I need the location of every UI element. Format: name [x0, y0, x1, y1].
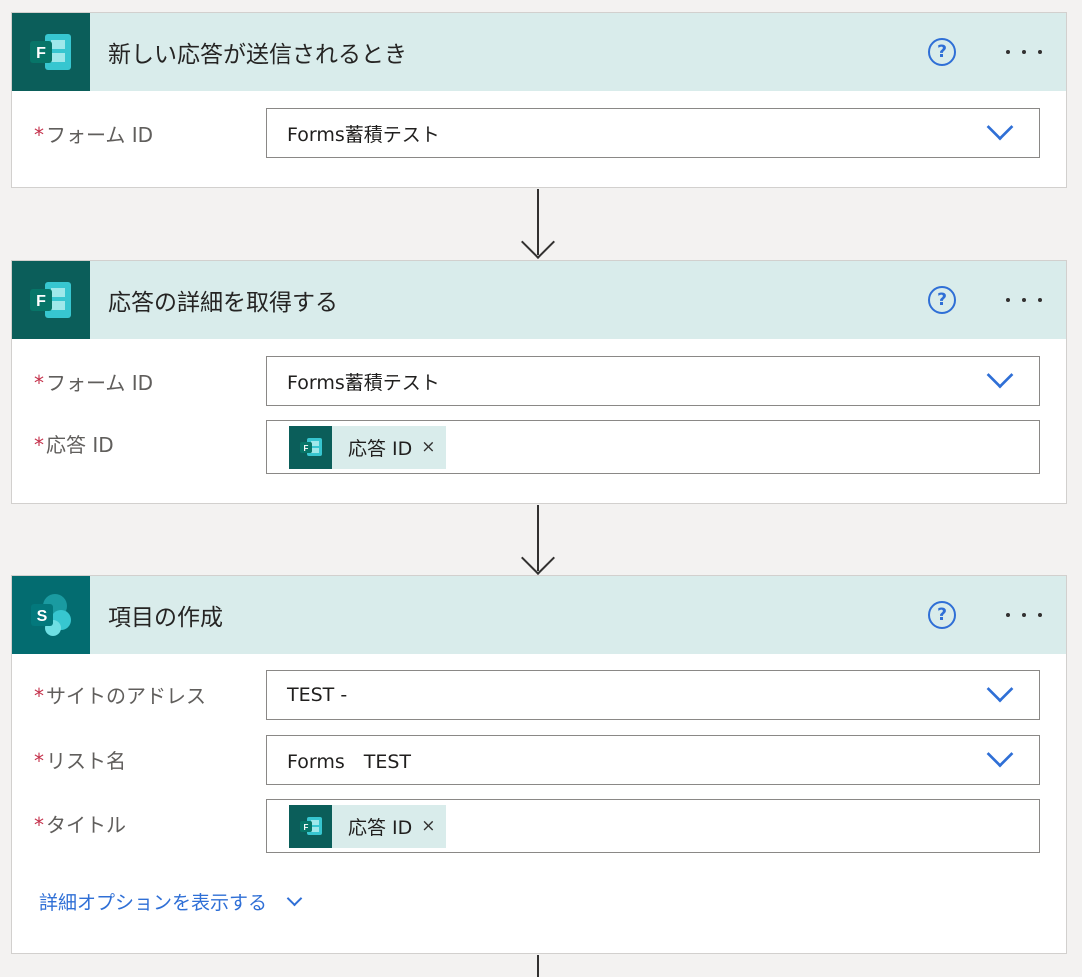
- site-address-dropdown[interactable]: TEST -: [266, 670, 1040, 720]
- svg-text:F: F: [303, 444, 308, 453]
- help-icon[interactable]: ?: [928, 286, 956, 314]
- flow-connector-line: [537, 955, 539, 977]
- step-title: 項目の作成: [108, 605, 223, 631]
- show-advanced-options-link[interactable]: 詳細オプションを表示する: [39, 888, 303, 915]
- forms-icon: F: [289, 425, 332, 469]
- step-header[interactable]: F 新しい応答が送信されるとき ?: [12, 13, 1066, 91]
- form-id-dropdown[interactable]: Forms蓄積テスト: [266, 108, 1040, 158]
- token-label: 応答 ID: [348, 437, 413, 460]
- advanced-link-label: 詳細オプションを表示する: [39, 892, 268, 914]
- field-label: * フォーム ID: [34, 123, 154, 147]
- step-header[interactable]: F 応答の詳細を取得する ?: [12, 261, 1066, 339]
- step-card-create-item: S 項目の作成 ? * サイトのアドレス TEST - * リスト名 Forms…: [11, 575, 1067, 954]
- chevron-down-icon[interactable]: [986, 675, 1014, 703]
- field-label: * サイトのアドレス: [34, 684, 206, 708]
- forms-icon: F: [12, 261, 90, 339]
- step-body: * サイトのアドレス TEST - * リスト名 Forms TEST * タイト: [12, 654, 1066, 953]
- svg-text:F: F: [36, 45, 46, 62]
- step-body: * フォーム ID Forms蓄積テスト * 応答 ID F 応答 ID ×: [12, 339, 1066, 503]
- chevron-down-icon[interactable]: [986, 113, 1014, 141]
- dropdown-value: TEST -: [287, 684, 348, 706]
- arrow-down-icon: [521, 225, 555, 259]
- forms-icon: F: [289, 804, 332, 848]
- step-title: 応答の詳細を取得する: [108, 290, 338, 316]
- field-label: * リスト名: [34, 749, 126, 773]
- dropdown-value: Forms TEST: [287, 750, 412, 773]
- dropdown-value: Forms蓄積テスト: [287, 123, 440, 146]
- sharepoint-icon: S: [12, 576, 90, 654]
- ellipsis-icon[interactable]: [1004, 286, 1044, 314]
- chevron-down-icon[interactable]: [986, 361, 1014, 389]
- dynamic-content-token[interactable]: F 応答 ID ×: [289, 425, 446, 469]
- dynamic-content-token[interactable]: F 応答 ID ×: [289, 804, 446, 848]
- step-card-trigger: F 新しい応答が送信されるとき ? * フォーム ID Forms蓄積テスト: [11, 12, 1067, 188]
- step-body: * フォーム ID Forms蓄積テスト: [12, 91, 1066, 187]
- step-header[interactable]: S 項目の作成 ?: [12, 576, 1066, 654]
- field-label: * 応答 ID: [34, 433, 114, 457]
- token-label: 応答 ID: [348, 816, 413, 839]
- arrow-down-icon: [521, 541, 555, 575]
- help-icon[interactable]: ?: [928, 601, 956, 629]
- remove-token-icon[interactable]: ×: [421, 437, 435, 457]
- svg-text:S: S: [37, 608, 48, 625]
- chevron-down-icon[interactable]: [986, 740, 1014, 768]
- title-input[interactable]: F 応答 ID ×: [266, 799, 1040, 853]
- chevron-down-icon: [286, 890, 303, 907]
- form-id-dropdown[interactable]: Forms蓄積テスト: [266, 356, 1040, 406]
- dropdown-value: Forms蓄積テスト: [287, 371, 440, 394]
- flow-designer-canvas: F 新しい応答が送信されるとき ? * フォーム ID Forms蓄積テスト F…: [0, 0, 1082, 977]
- field-label: * タイトル: [34, 813, 126, 837]
- ellipsis-icon[interactable]: [1004, 38, 1044, 66]
- help-icon[interactable]: ?: [928, 38, 956, 66]
- ellipsis-icon[interactable]: [1004, 601, 1044, 629]
- remove-token-icon[interactable]: ×: [421, 816, 435, 836]
- svg-text:F: F: [303, 823, 308, 832]
- response-id-input[interactable]: F 応答 ID ×: [266, 420, 1040, 474]
- field-label: * フォーム ID: [34, 371, 154, 395]
- step-card-get-response: F 応答の詳細を取得する ? * フォーム ID Forms蓄積テスト * 応答 I…: [11, 260, 1067, 504]
- list-name-dropdown[interactable]: Forms TEST: [266, 735, 1040, 785]
- forms-icon: F: [12, 13, 90, 91]
- step-title: 新しい応答が送信されるとき: [108, 42, 407, 68]
- svg-text:F: F: [36, 293, 46, 310]
